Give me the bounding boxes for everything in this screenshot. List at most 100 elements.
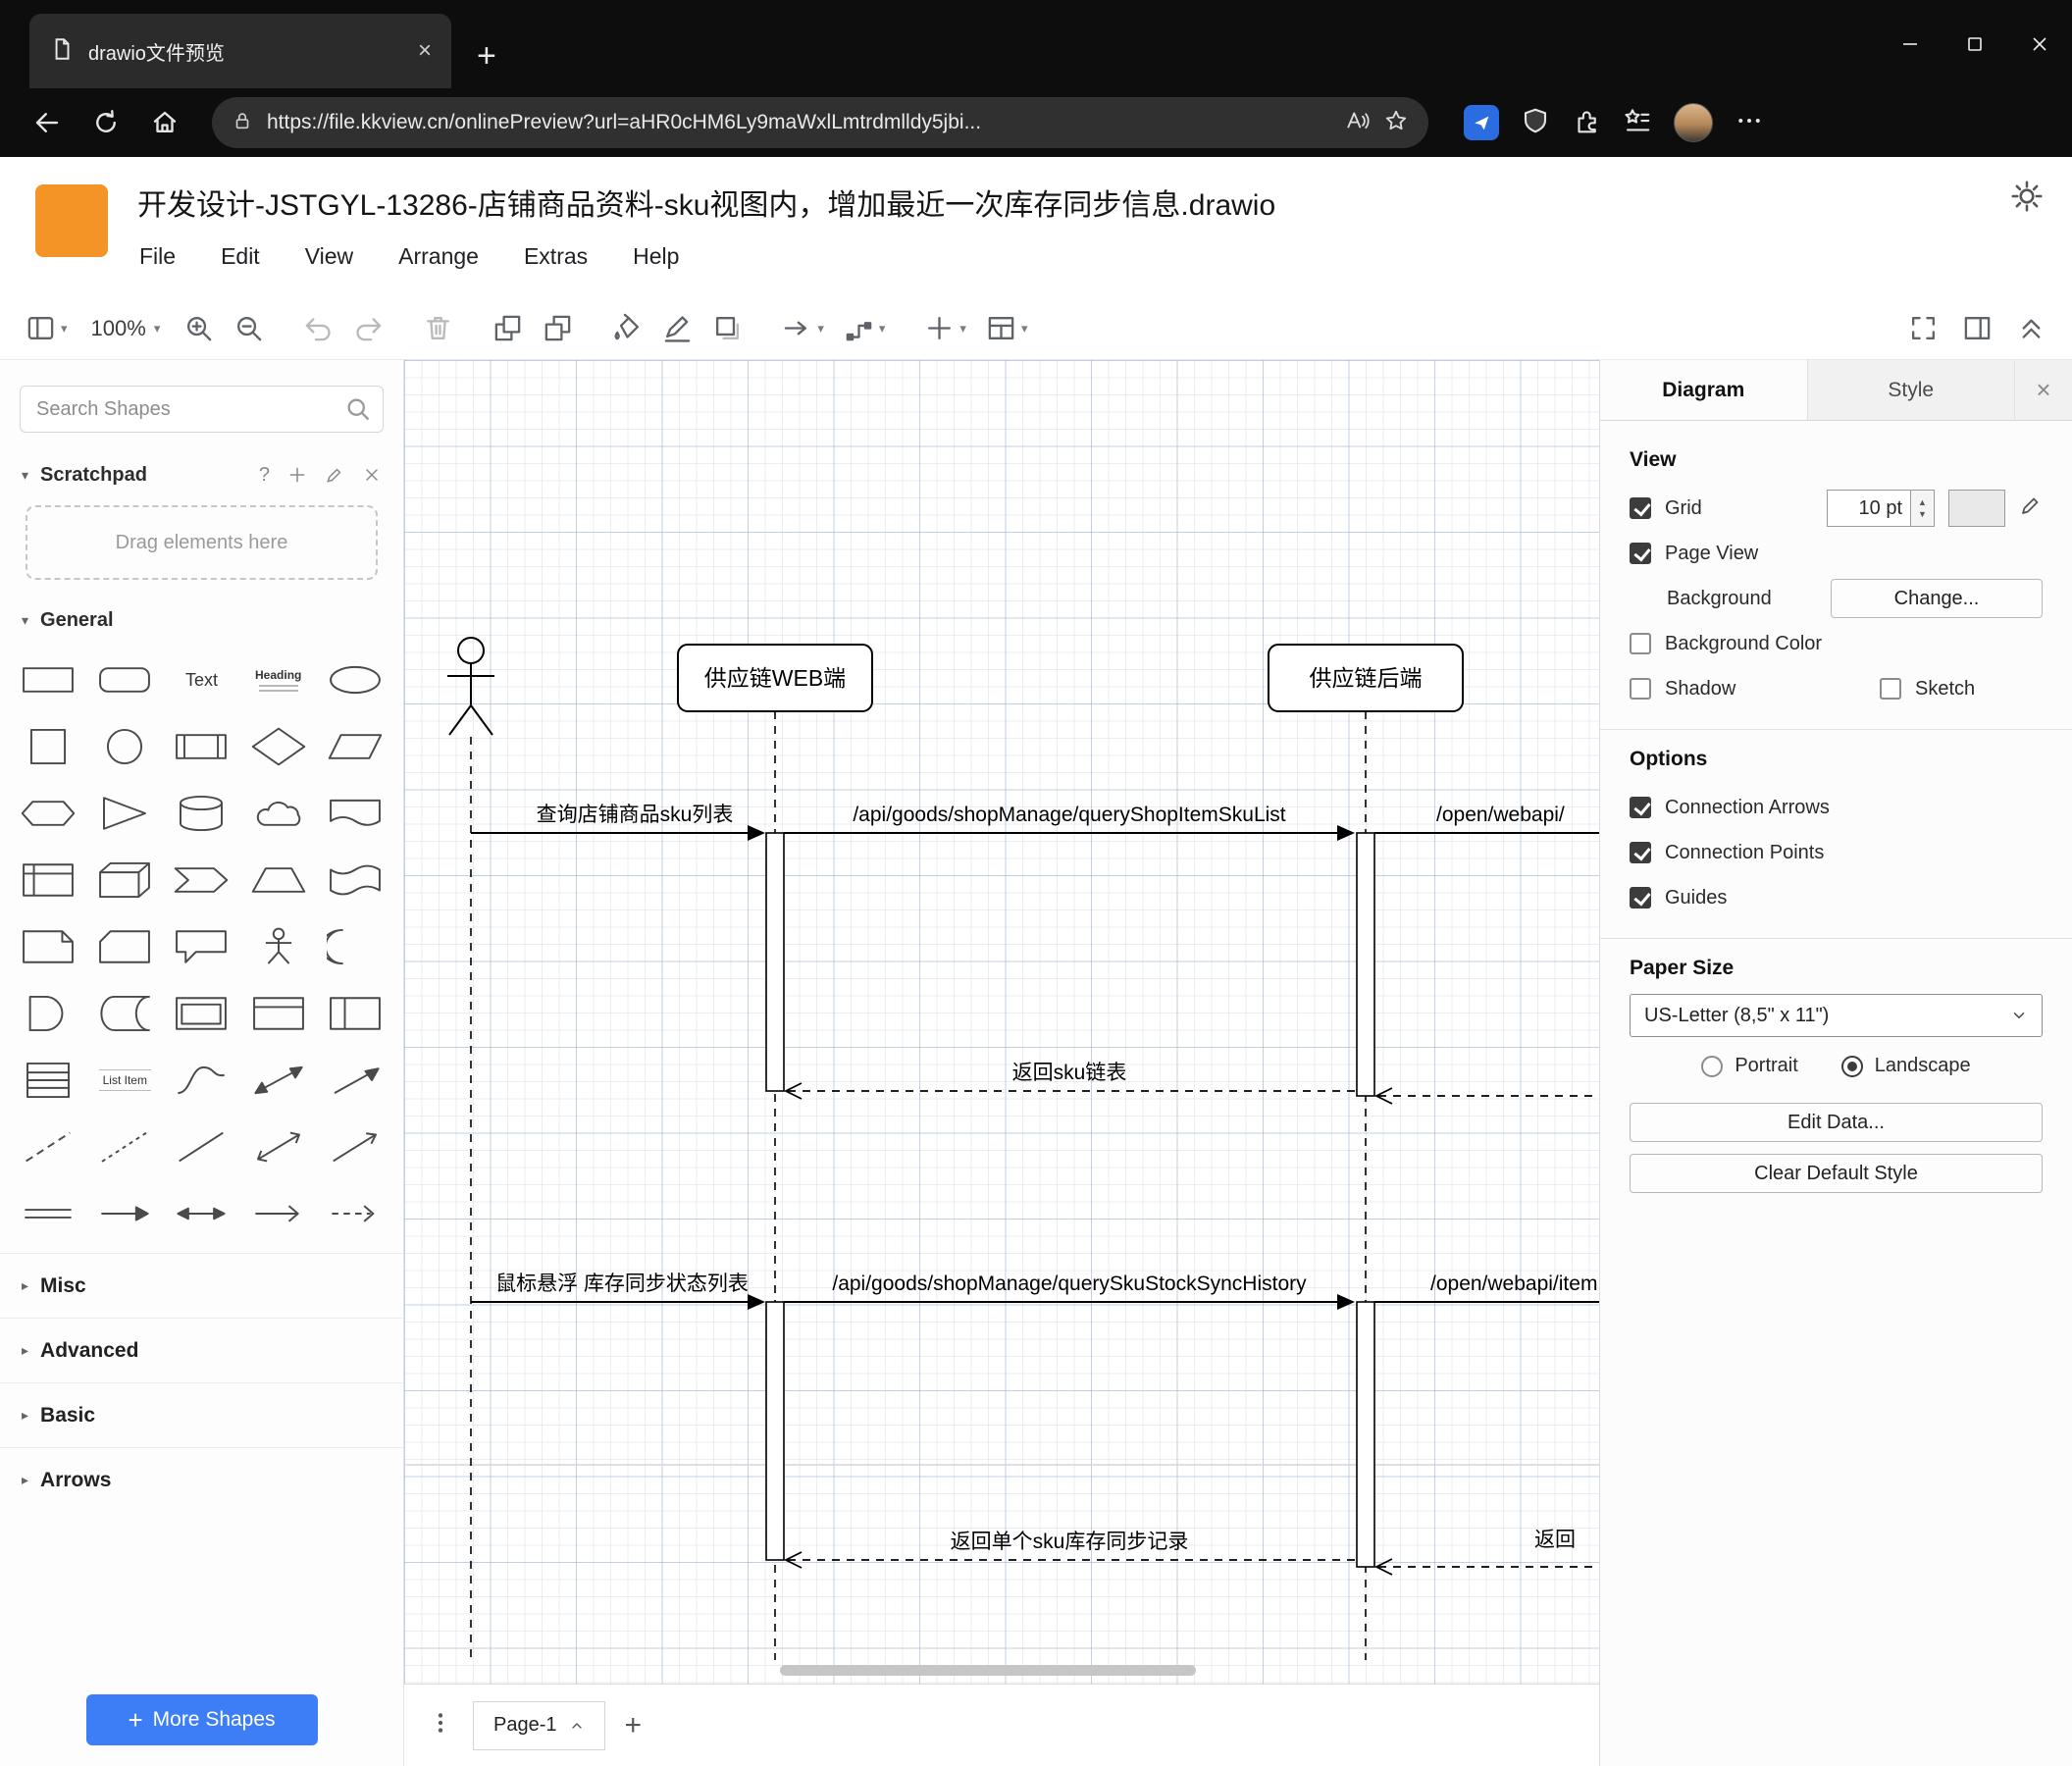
scratchpad-dropzone[interactable]: Drag elements here [26,505,378,580]
shape-vertical-container[interactable] [240,982,317,1045]
refresh-icon[interactable] [80,97,131,148]
menu-help[interactable]: Help [633,243,679,270]
shape-container[interactable] [163,982,239,1045]
search-input[interactable] [20,386,384,433]
add-page-icon[interactable]: + [625,1710,643,1740]
shape-heading[interactable]: Heading [240,649,317,711]
section-advanced[interactable]: ▸ Advanced [0,1318,403,1382]
shape-note[interactable] [10,915,86,978]
shape-list[interactable] [10,1049,86,1112]
shape-horizontal-container[interactable] [317,982,393,1045]
tab-style[interactable]: Style [1808,360,2015,420]
shape-tape[interactable] [317,849,393,911]
landscape-option[interactable]: Landscape [1840,1055,1971,1077]
back-icon[interactable] [22,97,73,148]
change-background-button[interactable]: Change... [1831,579,2043,618]
shape-cloud[interactable] [240,782,317,845]
connection-icon[interactable]: ▾ [782,313,824,343]
menu-arrange[interactable]: Arrange [398,243,479,270]
extension-icon-blue[interactable] [1464,105,1499,140]
lifelines[interactable] [470,711,1367,1660]
extension-icon-shield[interactable] [1521,106,1550,140]
horizontal-scrollbar[interactable] [780,1665,1196,1676]
shape-data-storage[interactable] [86,982,163,1045]
zoom-in-icon[interactable] [183,313,214,343]
shape-bidirectional-arrow[interactable] [240,1049,317,1112]
shape-directional-link[interactable] [86,1182,163,1245]
minimize-icon[interactable] [1878,0,1942,88]
menu-extras[interactable]: Extras [524,243,588,270]
portrait-option[interactable]: Portrait [1701,1055,1798,1077]
shape-or[interactable] [317,915,393,978]
menu-file[interactable]: File [139,243,176,270]
scratchpad-help-icon[interactable]: ? [259,464,270,487]
shape-dashed-line[interactable] [10,1116,86,1178]
extensions-puzzle-icon[interactable] [1572,106,1601,140]
address-bar[interactable]: https://file.kkview.cn/onlinePreview?url… [212,97,1428,148]
menu-view[interactable]: View [305,243,353,270]
zoom-out-icon[interactable] [233,313,264,343]
scratchpad-close-icon[interactable] [362,465,382,485]
paper-size-select[interactable]: US-Letter (8,5" x 11") [1630,994,2043,1037]
shape-line[interactable] [163,1116,239,1178]
more-shapes-button[interactable]: + More Shapes [85,1694,318,1745]
shape-directional-connector[interactable] [317,1116,393,1178]
shape-callout[interactable] [163,915,239,978]
read-aloud-icon[interactable] [1344,108,1370,138]
page-tab[interactable]: Page-1 [473,1700,605,1750]
to-front-icon[interactable] [492,313,523,343]
shape-hexagon[interactable] [10,782,86,845]
diagram-canvas[interactable]: 供应链WEB端 供应链后端 查询店铺商品sku列表 /api/goods/sho… [404,360,1599,1684]
profile-avatar[interactable] [1674,103,1713,142]
shape-ellipse[interactable] [317,649,393,711]
shape-and[interactable] [10,982,86,1045]
view-layout-icon[interactable]: ▾ [26,313,68,343]
grid-checkbox[interactable] [1630,497,1651,519]
favorites-bar-icon[interactable] [1623,106,1652,140]
delete-icon[interactable] [423,313,453,343]
activation-bars[interactable] [765,832,1375,1568]
participant-backend[interactable]: 供应链后端 [1268,644,1464,712]
shape-arrow[interactable] [317,1049,393,1112]
section-misc[interactable]: ▸ Misc [0,1253,403,1318]
shape-parallelogram[interactable] [317,715,393,778]
page-view-checkbox[interactable] [1630,543,1651,564]
panel-close-icon[interactable]: × [2015,360,2072,420]
to-back-icon[interactable] [543,313,573,343]
pages-menu-icon[interactable] [428,1710,453,1740]
section-general[interactable]: ▾ General [0,594,403,647]
shape-cylinder[interactable] [163,782,239,845]
maximize-icon[interactable] [1942,0,2007,88]
more-menu-icon[interactable] [1735,106,1764,140]
shadow-icon[interactable] [712,313,743,343]
shape-square[interactable] [10,715,86,778]
shape-step[interactable] [163,849,239,911]
shape-document[interactable] [317,782,393,845]
waypoints-icon[interactable]: ▾ [844,313,885,343]
grid-size-input[interactable]: 10 pt ▲ ▼ [1827,490,1935,527]
shape-link[interactable] [10,1182,86,1245]
tab-diagram[interactable]: Diagram [1600,360,1808,420]
url-text[interactable]: https://file.kkview.cn/onlinePreview?url… [267,111,1330,134]
scratchpad-header[interactable]: ▾ Scratchpad ? [0,448,403,501]
insert-icon[interactable]: ▾ [924,313,966,343]
shape-card[interactable] [86,915,163,978]
fill-color-icon[interactable] [612,313,643,343]
shape-dashed-connector[interactable] [317,1182,393,1245]
redo-icon[interactable] [353,313,384,343]
shape-text[interactable]: Text [163,649,239,711]
search-icon[interactable] [344,395,372,428]
shadow-checkbox[interactable] [1630,678,1651,700]
shape-dotted-line[interactable] [86,1116,163,1178]
scratchpad-add-icon[interactable] [287,465,307,485]
table-icon[interactable]: ▾ [986,313,1027,343]
zoom-dropdown-icon[interactable]: 100% ▾ [91,316,161,341]
home-icon[interactable] [139,97,190,148]
actor-figure[interactable] [447,637,494,736]
shape-circle[interactable] [86,715,163,778]
clear-default-style-button[interactable]: Clear Default Style [1630,1154,2043,1193]
shape-diamond[interactable] [240,715,317,778]
sketch-checkbox[interactable] [1880,678,1901,700]
background-color-checkbox[interactable] [1630,633,1651,654]
portrait-radio[interactable] [1701,1055,1724,1077]
